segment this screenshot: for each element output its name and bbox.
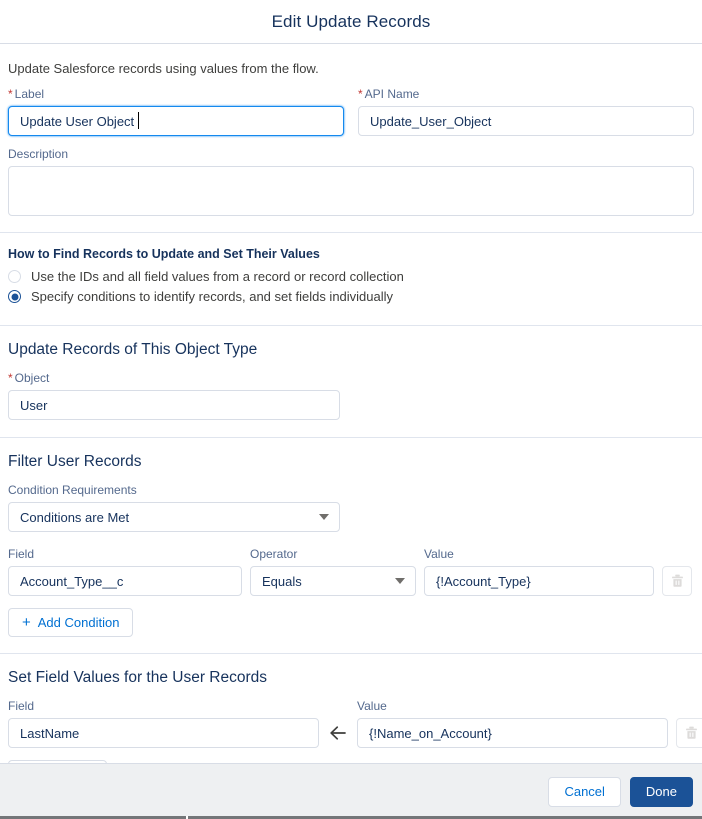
condition-field-input[interactable] (8, 566, 242, 596)
condition-operator-header: Operator (250, 547, 298, 561)
condition-value-input[interactable] (424, 566, 654, 596)
condition-value-group: Value (424, 546, 654, 596)
intro-description: Update Salesforce records using values f… (8, 61, 319, 76)
condition-requirements-group: Condition Requirements (8, 482, 340, 532)
radio-option-use-ids-label: Use the IDs and all field values from a … (31, 269, 404, 284)
object-section-heading: Update Records of This Object Type (8, 341, 258, 358)
label-field-label: * Label (8, 86, 344, 103)
how-to-find-radio-group: How to Find Records to Update and Set Th… (8, 233, 694, 325)
api-name-field-label: * API Name (358, 86, 694, 103)
radio-option-use-ids[interactable]: Use the IDs and all field values from a … (8, 269, 694, 284)
condition-requirements-input[interactable] (8, 502, 340, 532)
object-input[interactable] (8, 390, 340, 420)
arrow-left-icon (327, 718, 349, 748)
required-marker: * (358, 87, 363, 101)
label-api-row: *Label *API Name (8, 82, 694, 136)
edit-update-records-modal: Edit Update Records Update Salesforce re… (0, 0, 702, 819)
assignment-field-group: Field (8, 698, 319, 748)
set-field-values-section: Set Field Values for the User Records Fi… (0, 654, 702, 763)
trash-icon (671, 574, 684, 588)
required-marker: * (8, 371, 13, 385)
label-field-group: * Label (8, 86, 344, 136)
api-name-input[interactable] (358, 106, 694, 136)
required-marker: * (8, 87, 13, 101)
api-name-field-label-text: API Name (364, 87, 420, 101)
radio-option-specify-conditions-label: Specify conditions to identify records, … (31, 289, 394, 304)
modal-header: Edit Update Records (0, 0, 702, 44)
radio-option-specify-conditions[interactable]: Specify conditions to identify records, … (8, 289, 694, 304)
assignment-value-group: Value (357, 698, 668, 748)
assignment-value-header: Value (357, 699, 387, 713)
page-title: Edit Update Records (271, 11, 431, 31)
condition-operator-input[interactable] (250, 566, 416, 596)
condition-row: Field Operator Value (8, 546, 694, 596)
label-field-label-text: Label (14, 87, 45, 101)
condition-field-group: Field (8, 546, 242, 596)
filter-section-heading: Filter User Records (8, 453, 142, 470)
modal-body: Update Salesforce records using values f… (0, 44, 702, 763)
add-field-block: + Add Field (8, 748, 694, 763)
modal-footer: Cancel Done (0, 763, 702, 819)
add-condition-button[interactable]: + Add Condition (8, 608, 134, 637)
description-field-group: Description (8, 136, 694, 232)
text-cursor (138, 112, 139, 129)
assignment-field-header: Field (8, 699, 35, 713)
object-field-label-text: Object (14, 371, 50, 385)
condition-operator-combobox[interactable] (250, 566, 416, 596)
condition-requirements-combobox[interactable] (8, 502, 340, 532)
how-to-find-legend: How to Find Records to Update and Set Th… (8, 247, 320, 261)
add-condition-label: Add Condition (37, 615, 120, 630)
label-input[interactable] (8, 106, 344, 136)
delete-condition-button[interactable] (662, 566, 692, 596)
condition-requirements-label: Condition Requirements (8, 483, 137, 497)
plus-icon: + (22, 614, 31, 631)
radio-checked-icon[interactable] (8, 290, 21, 303)
delete-assignment-button[interactable] (676, 718, 702, 748)
general-section: Update Salesforce records using values f… (0, 44, 702, 232)
trash-icon (685, 726, 698, 740)
object-type-section: Update Records of This Object Type * Obje… (0, 326, 702, 437)
cancel-button[interactable]: Cancel (548, 776, 621, 807)
assignment-value-input[interactable] (357, 718, 668, 748)
condition-field-header: Field (8, 547, 35, 561)
how-to-find-section: How to Find Records to Update and Set Th… (0, 233, 702, 325)
description-field-label: Description (8, 147, 69, 161)
object-field-label: * Object (8, 370, 340, 387)
api-name-field-group: * API Name (358, 86, 694, 136)
add-condition-block: + Add Condition (8, 596, 694, 653)
condition-operator-group: Operator (250, 546, 416, 596)
radio-unchecked-icon[interactable] (8, 270, 21, 283)
description-textarea[interactable] (8, 166, 694, 216)
assignment-field-input[interactable] (8, 718, 319, 748)
assignment-row: Field Value (8, 698, 702, 748)
set-values-section-heading: Set Field Values for the User Records (8, 669, 268, 686)
object-field-group: * Object (8, 370, 340, 420)
done-button[interactable]: Done (629, 776, 693, 807)
condition-value-header: Value (424, 547, 454, 561)
filter-section: Filter User Records Condition Requiremen… (0, 438, 702, 653)
